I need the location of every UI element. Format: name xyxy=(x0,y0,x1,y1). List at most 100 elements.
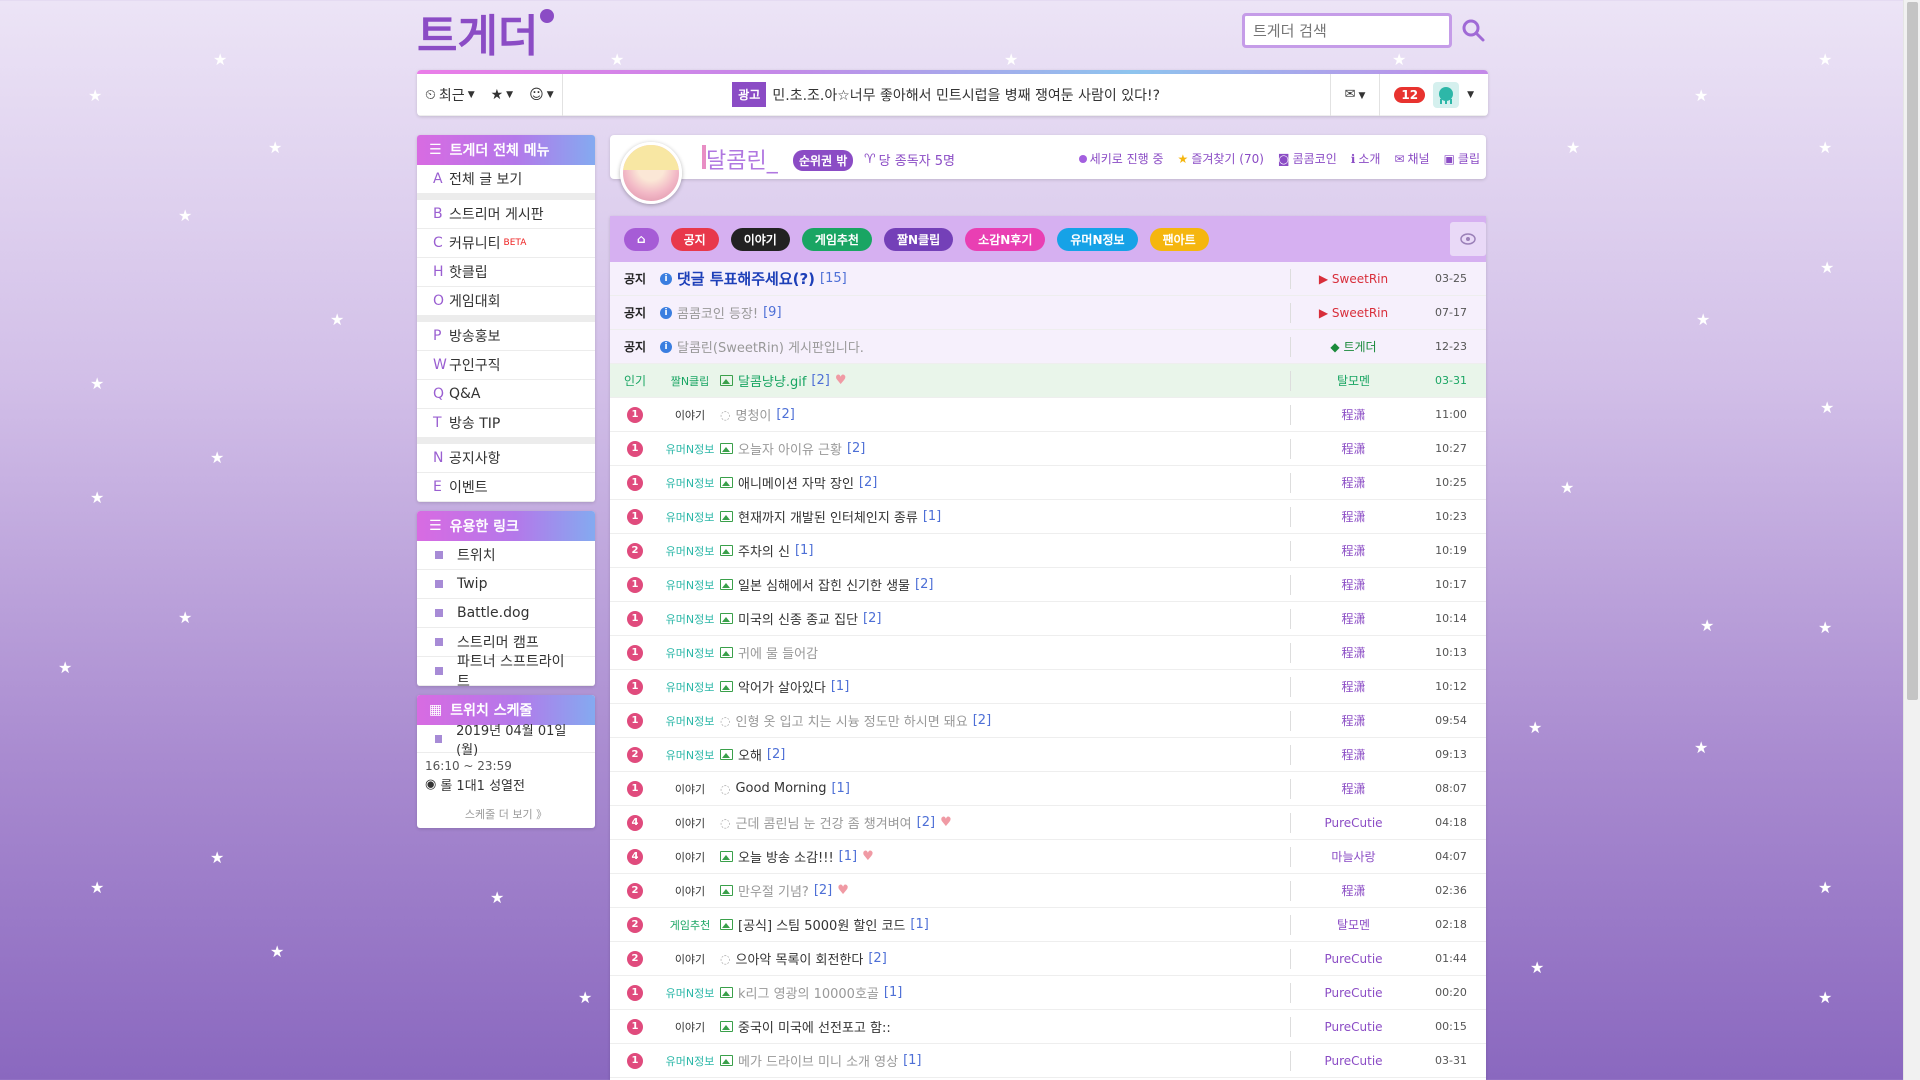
post-author[interactable]: SweetRin xyxy=(1332,272,1388,286)
post-title[interactable]: 콤콤코인 등장! xyxy=(677,303,758,322)
post-category[interactable]: 게임추천 xyxy=(660,917,720,933)
emoticon-dropdown[interactable]: ☺ ▼ xyxy=(521,87,562,103)
post-title[interactable]: 인형 옷 입고 치는 시늉 정도만 하시면 돼요 xyxy=(735,711,967,730)
post-author[interactable]: 程潇 xyxy=(1290,710,1416,731)
sidebar-menu-item[interactable]: A 전체 글 보기 xyxy=(417,165,595,194)
sidebar-menu-item[interactable]: W 구인구직 xyxy=(417,351,595,380)
post-author[interactable]: PureCutie xyxy=(1290,948,1416,969)
post-title[interactable]: 메가 드라이브 미니 소개 영상 xyxy=(738,1051,898,1070)
post-author[interactable]: 탈모멘 xyxy=(1290,914,1416,935)
sidebar-menu-item[interactable]: O 게임대회 xyxy=(417,287,595,316)
search-input[interactable] xyxy=(1245,16,1449,45)
popular-row[interactable]: 인기 짤N클립 달콤냥냥.gif [2] ♥ 탈모멘 03-31 xyxy=(610,364,1486,398)
recent-dropdown[interactable]: ⏲ 최근 ▼ xyxy=(417,85,483,105)
category-pill[interactable]: 유머N정보 xyxy=(1057,227,1138,251)
category-pill[interactable]: 팬아트 xyxy=(1149,227,1209,251)
post-category[interactable]: 이야기 xyxy=(660,951,720,967)
post-title[interactable]: 댓글 투표해주세요(?) xyxy=(677,268,815,289)
post-title[interactable]: 미국의 신종 종교 집단 xyxy=(738,609,858,628)
post-author[interactable]: 程潇 xyxy=(1290,540,1416,561)
post-title-cell[interactable]: i 달콤린(SweetRin) 게시판입니다. xyxy=(660,337,1290,356)
post-row[interactable]: 1 유머N정보 오늘자 아이유 근황 [2] 程潇 10:27 xyxy=(610,432,1486,466)
post-author-cell[interactable]: ◆ 트게더 xyxy=(1290,336,1416,357)
post-category[interactable]: 유머N정보 xyxy=(660,1053,720,1069)
useful-link-item[interactable]: Twip xyxy=(417,570,595,599)
post-title[interactable]: 애니메이션 자막 장인 xyxy=(738,473,854,492)
search-box[interactable] xyxy=(1242,13,1452,48)
category-home-button[interactable]: ⌂ xyxy=(624,227,659,251)
post-title-cell[interactable]: ◌ 명청이 [2] xyxy=(720,405,1290,424)
post-category[interactable]: 유머N정보 xyxy=(660,441,720,457)
ad-banner[interactable]: 광고 민.초.조.아☆너무 좋아해서 민트시럽을 병째 쟁여둔 사람이 있다!? xyxy=(563,82,1330,107)
post-category[interactable]: 유머N정보 xyxy=(660,475,720,491)
post-author[interactable]: 程潇 xyxy=(1290,404,1416,425)
sidebar-menu-item[interactable]: B 스트리머 게시판 xyxy=(417,200,595,229)
post-author[interactable]: 程潇 xyxy=(1290,676,1416,697)
post-title[interactable]: 오해 xyxy=(738,745,762,764)
post-title[interactable]: 오늘자 아이유 근황 xyxy=(738,439,842,458)
useful-link-item[interactable]: 트위치 xyxy=(417,541,595,570)
post-title-cell[interactable]: 미국의 신종 종교 집단 [2] xyxy=(720,609,1290,628)
sidebar-menu-item[interactable]: C 커뮤니티 BETA xyxy=(417,229,595,258)
post-title[interactable]: 귀에 물 들어감 xyxy=(738,643,818,662)
channel-name[interactable]: 달콤린_ xyxy=(706,143,778,175)
comment-count[interactable]: [1] xyxy=(884,985,902,1000)
comment-count[interactable]: [2] xyxy=(814,883,832,898)
post-category[interactable]: 유머N정보 xyxy=(660,713,720,729)
schedule-more-link[interactable]: 스케줄 더 보기 》 xyxy=(417,798,595,828)
comment-count[interactable]: [2] xyxy=(863,611,881,626)
comment-count[interactable]: [2] xyxy=(868,951,886,966)
post-row[interactable]: 1 유머N정보 ◌ 인형 옷 입고 치는 시늉 정도만 하시면 돼요 [2] 程潇 09:5… xyxy=(610,704,1486,738)
comment-count[interactable]: [1] xyxy=(923,509,941,524)
post-row[interactable]: 1 유머N정보 현재까지 개발된 인터체인지 종류 [1] 程潇 10:23 xyxy=(610,500,1486,534)
notice-row[interactable]: 공지 i 콤콤코인 등장! [9] ▶ SweetRin 07-17 xyxy=(610,296,1486,330)
post-title[interactable]: [공식] 스팀 5000원 할인 코드 xyxy=(738,915,905,934)
post-title[interactable]: 오늘 방송 소감!!! xyxy=(738,847,834,866)
post-title[interactable]: 명청이 xyxy=(735,405,771,424)
post-title[interactable]: 근데 콤린님 눈 건강 좀 챙겨벼여 xyxy=(735,813,911,832)
post-row[interactable]: 4 이야기 오늘 방송 소감!!! [1] ♥ 마늘사랑 04:07 xyxy=(610,840,1486,874)
post-author[interactable]: PureCutie xyxy=(1290,812,1416,833)
post-row[interactable]: 1 유머N정보 메가 드라이브 미니 소개 영상 [1] PureCutie 03-31 xyxy=(610,1044,1486,1078)
schedule-date-row[interactable]: 2019년 04월 01일 (월) xyxy=(417,724,595,758)
channel-avatar[interactable] xyxy=(620,142,682,204)
post-title[interactable]: 달콤린(SweetRin) 게시판입니다. xyxy=(677,337,864,356)
post-title[interactable]: 주차의 신 xyxy=(738,541,790,560)
comment-count[interactable]: [2] xyxy=(847,441,865,456)
post-title[interactable]: 악어가 살아있다 xyxy=(738,677,826,696)
post-title[interactable]: 으아악 목록이 회전한다 xyxy=(735,949,863,968)
comment-count[interactable]: [2] xyxy=(776,407,794,422)
post-title[interactable]: k리그 영광의 10000호골 xyxy=(738,983,879,1002)
comment-count[interactable]: [2] xyxy=(767,747,785,762)
post-row[interactable]: 2 게임추천 [공식] 스팀 5000원 할인 코드 [1] 탈모멘 02:18 xyxy=(610,908,1486,942)
post-author[interactable]: 마늘사랑 xyxy=(1290,846,1416,867)
post-title-cell[interactable]: ◌ 으아악 목록이 회전한다 [2] xyxy=(720,949,1290,968)
post-row[interactable]: 1 유머N정보 애니메이션 자막 장인 [2] 程潇 10:25 xyxy=(610,466,1486,500)
post-title-cell[interactable]: 오늘자 아이유 근황 [2] xyxy=(720,439,1290,458)
ad-text[interactable]: 민.초.조.아☆너무 좋아해서 민트시럽을 병째 쟁여둔 사람이 있다!? xyxy=(772,85,1160,105)
category-pill[interactable]: 소감N후기 xyxy=(965,227,1046,251)
post-row[interactable]: 1 유머N정보 악어가 살아있다 [1] 程潇 10:12 xyxy=(610,670,1486,704)
sidebar-menu-item[interactable]: Q Q&A xyxy=(417,380,595,409)
post-title-cell[interactable]: 일본 심해에서 잡힌 신기한 생물 [2] xyxy=(720,575,1290,594)
post-title[interactable]: 달콤냥냥.gif xyxy=(738,371,806,390)
comment-count[interactable]: [2] xyxy=(973,713,991,728)
post-title-cell[interactable]: 주차의 신 [1] xyxy=(720,541,1290,560)
post-title-cell[interactable]: ◌ 인형 옷 입고 치는 시늉 정도만 하시면 돼요 [2] xyxy=(720,711,1290,730)
post-title-cell[interactable]: 오늘 방송 소감!!! [1] ♥ xyxy=(720,847,1290,866)
post-title-cell[interactable]: i 댓글 투표해주세요(?) [15] xyxy=(660,268,1290,289)
post-row[interactable]: 4 이야기 ◌ 근데 콤린님 눈 건강 좀 챙겨벼여 [2] ♥ PureCutie 04:1… xyxy=(610,806,1486,840)
post-title[interactable]: Good Morning xyxy=(735,781,826,796)
post-title-cell[interactable]: k리그 영광의 10000호골 [1] xyxy=(720,983,1290,1002)
post-author[interactable]: SweetRin xyxy=(1332,306,1388,320)
site-logo[interactable]: 트게더 xyxy=(417,6,557,58)
comment-count[interactable]: [2] xyxy=(917,815,935,830)
post-title-cell[interactable]: 중국이 미국에 선전포고 함:: xyxy=(720,1017,1290,1036)
notice-row[interactable]: 공지 i 댓글 투표해주세요(?) [15] ▶ SweetRin 03-25 xyxy=(610,262,1486,296)
post-category[interactable]: 유머N정보 xyxy=(660,747,720,763)
chevron-down-icon[interactable]: ▼ xyxy=(1467,90,1474,100)
post-row[interactable]: 1 이야기 ◌ Good Morning [1] 程潇 08:07 xyxy=(610,772,1486,806)
channel-link[interactable]: ℹ 소개 xyxy=(1351,150,1381,167)
post-title-cell[interactable]: ◌ Good Morning [1] xyxy=(720,781,1290,796)
sidebar-menu-item[interactable]: T 방송 TIP xyxy=(417,409,595,438)
